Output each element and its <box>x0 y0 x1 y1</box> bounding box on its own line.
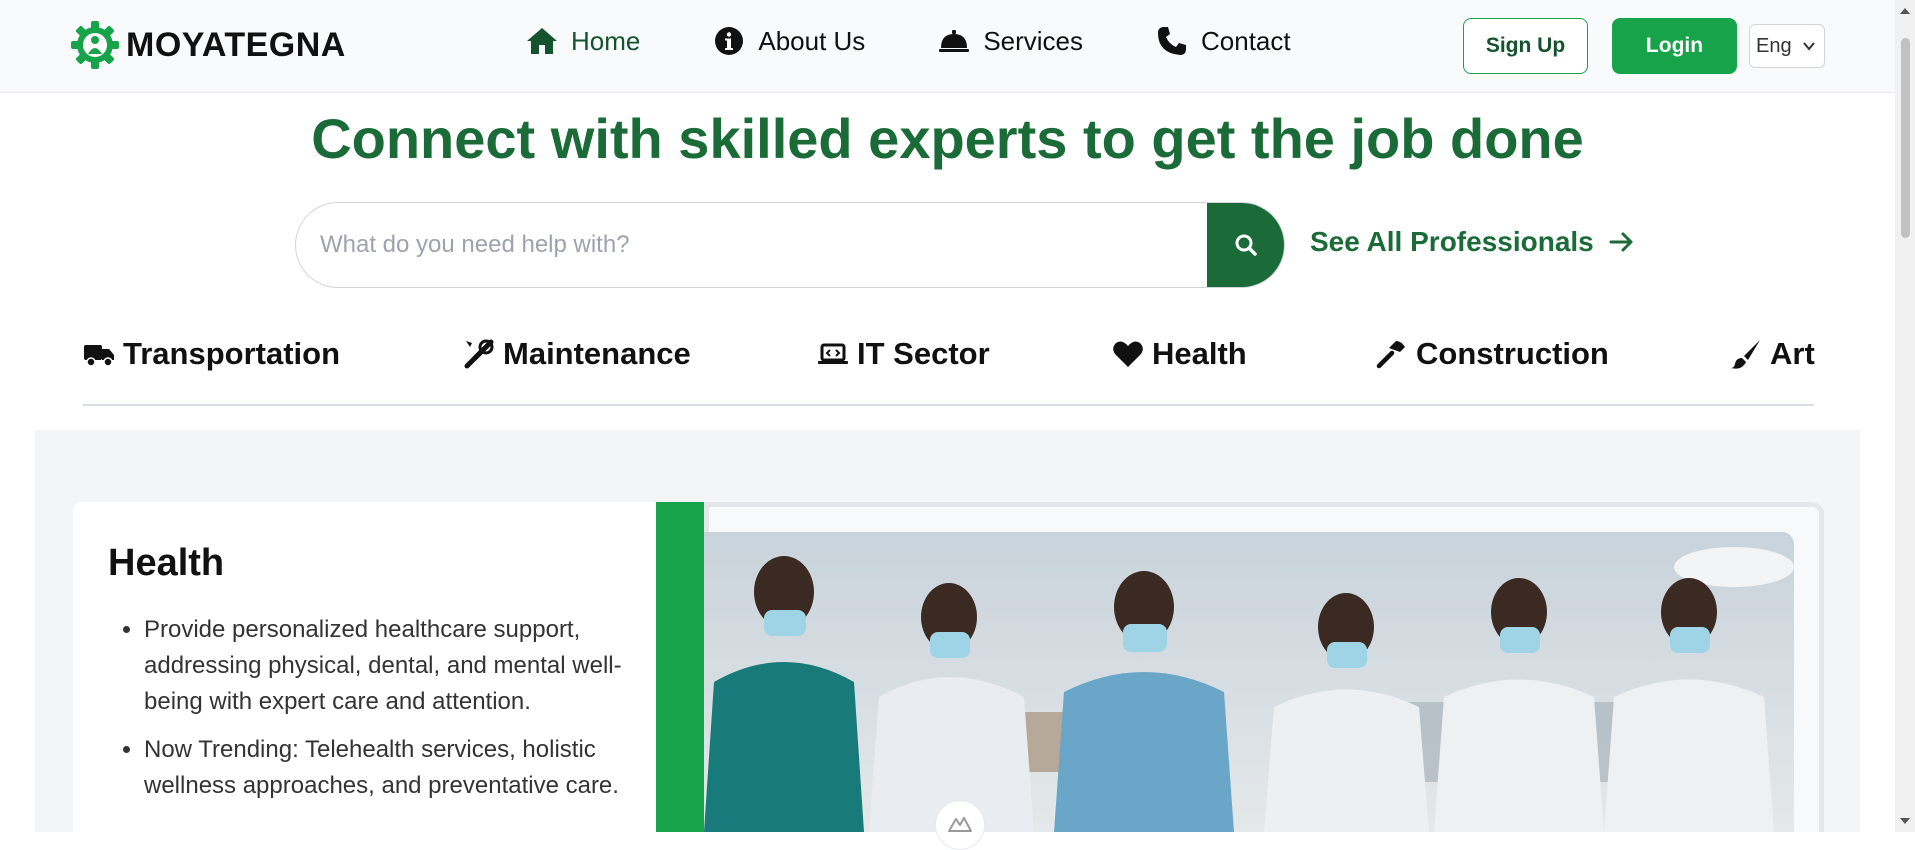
category-label: Transportation <box>123 336 341 371</box>
language-select[interactable]: Eng <box>1749 24 1825 68</box>
tools-icon <box>464 339 494 369</box>
category-maintenance[interactable]: Maintenance <box>463 336 691 372</box>
card-bullet: Now Trending: Telehealth services, holis… <box>144 732 664 804</box>
language-value: Eng <box>1756 34 1792 57</box>
brand-logo[interactable]: MOYATEGNA <box>70 20 346 70</box>
hero-title: Connect with skilled experts to get the … <box>311 107 1584 170</box>
nav-services[interactable]: Services <box>937 24 1083 58</box>
login-button[interactable]: Login <box>1612 18 1737 74</box>
category-art[interactable]: Art <box>1730 336 1815 372</box>
info-icon <box>715 27 744 55</box>
laptop-code-icon <box>818 343 848 364</box>
category-detail-card: Health Provide personalized healthcare s… <box>73 502 656 832</box>
truck-icon <box>84 345 114 367</box>
chevron-down-icon <box>1803 42 1815 51</box>
service-bell-icon <box>939 30 970 52</box>
category-it-sector[interactable]: IT Sector <box>817 336 990 372</box>
nav-services-label: Services <box>983 25 1084 56</box>
scroll-up-arrow-icon[interactable] <box>1900 8 1910 14</box>
accent-bar <box>656 502 704 832</box>
scrollbar-thumb[interactable] <box>1901 38 1910 238</box>
nav-contact[interactable]: Contact <box>1155 24 1291 58</box>
sign-up-button[interactable]: Sign Up <box>1463 18 1588 74</box>
photo-illustration <box>704 532 1794 832</box>
heart-icon <box>1113 341 1143 367</box>
category-construction[interactable]: Construction <box>1376 336 1609 372</box>
top-navbar: MOYATEGNA Home About Us Services Contact… <box>0 0 1895 93</box>
category-health[interactable]: Health <box>1112 336 1247 372</box>
category-label: Construction <box>1416 336 1609 371</box>
phone-icon <box>1158 27 1187 55</box>
nav-home[interactable]: Home <box>525 24 640 58</box>
main-nav: Home About Us Services Contact <box>525 24 1363 58</box>
search-input[interactable] <box>296 203 1206 287</box>
brand-name: MOYATEGNA <box>126 25 346 64</box>
arrow-right-icon <box>1609 232 1633 252</box>
page-scrollbar[interactable] <box>1895 0 1915 832</box>
home-icon <box>527 28 557 54</box>
nav-home-label: Home <box>571 25 641 56</box>
category-label: Art <box>1770 336 1815 371</box>
card-bullet-list: Provide personalized healthcare support,… <box>108 612 664 816</box>
card-title: Health <box>108 542 225 584</box>
logo-gear-person-icon <box>71 21 119 69</box>
category-label: IT Sector <box>857 336 990 371</box>
search-button[interactable] <box>1207 203 1284 287</box>
search-icon <box>1235 234 1257 256</box>
nav-about-us[interactable]: About Us <box>712 24 865 58</box>
scroll-down-arrow-icon[interactable] <box>1900 818 1910 824</box>
nav-about-label: About Us <box>758 25 866 56</box>
healthcare-workers-photo <box>704 532 1794 832</box>
category-label: Maintenance <box>503 336 691 371</box>
search-bar <box>295 202 1285 288</box>
mountain-icon <box>948 817 972 832</box>
category-divider <box>83 404 1814 406</box>
category-label: Health <box>1152 336 1247 371</box>
see-all-label: See All Professionals <box>1310 226 1594 257</box>
nav-contact-label: Contact <box>1201 25 1291 56</box>
category-transportation[interactable]: Transportation <box>83 336 340 372</box>
hammer-icon <box>1376 341 1405 369</box>
card-bullet: Provide personalized healthcare support,… <box>144 612 664 720</box>
see-all-professionals-link[interactable]: See All Professionals <box>1310 226 1636 258</box>
carousel-indicator-button[interactable] <box>935 800 985 850</box>
paintbrush-icon <box>1731 340 1760 369</box>
